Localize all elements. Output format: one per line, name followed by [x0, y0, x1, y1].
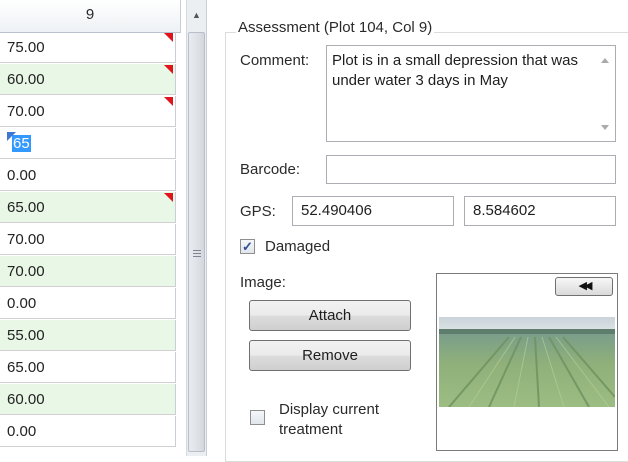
- red-flag-icon: [164, 193, 173, 202]
- grid-cell-value: 55.00: [7, 327, 45, 344]
- grid-cell-value: 0.00: [7, 295, 37, 312]
- grid-cell[interactable]: 55.00: [0, 320, 176, 351]
- display-treatment-checkbox[interactable]: [250, 410, 265, 425]
- damaged-label[interactable]: Damaged: [265, 238, 330, 255]
- barcode-input[interactable]: [326, 155, 616, 184]
- display-treatment-line-1: Display current: [279, 401, 380, 418]
- assessment-title: Assessment (Plot 104, Col 9): [236, 19, 435, 36]
- attach-button[interactable]: Attach: [249, 300, 411, 331]
- grid-cell[interactable]: 65.00: [0, 192, 176, 223]
- data-grid: 9 75.00 60.00 70.00 65 0.00 65.00 70.00 70.00 0.…: [0, 0, 186, 456]
- scroll-up-button[interactable]: ▲: [187, 0, 206, 28]
- grid-cell[interactable]: 75.00: [0, 32, 176, 63]
- grid-cell[interactable]: 65.00: [0, 352, 176, 383]
- damaged-checkbox[interactable]: ✓: [240, 239, 255, 254]
- grid-cell-value: 65.00: [7, 359, 45, 376]
- grid-scrollbar[interactable]: ▲: [186, 0, 207, 456]
- red-flag-icon: [164, 65, 173, 74]
- grid-cell[interactable]: 0.00: [0, 416, 176, 447]
- grid-cell-value: 70.00: [7, 263, 45, 280]
- gps-label: GPS:: [240, 203, 276, 220]
- grid-cell-value: 60.00: [7, 71, 45, 88]
- grid-cell[interactable]: 0.00: [0, 160, 176, 191]
- remove-button[interactable]: Remove: [249, 340, 411, 371]
- grid-cell-value: 60.00: [7, 391, 45, 408]
- scroll-thumb[interactable]: [188, 32, 205, 452]
- grid-cell-value: 75.00: [7, 39, 45, 56]
- scroll-grip-icon: [193, 250, 201, 257]
- grid-cell[interactable]: 0.00: [0, 288, 176, 319]
- image-label: Image:: [240, 274, 286, 291]
- image-previous-button[interactable]: ◀◀: [555, 277, 613, 296]
- grid-cell-editing[interactable]: 65: [0, 128, 176, 159]
- comment-textarea[interactable]: Plot is in a small depression that was u…: [326, 45, 616, 142]
- grid-cell-value: 0.00: [7, 423, 37, 440]
- grid-cell-value: 70.00: [7, 103, 45, 120]
- gps-longitude-input[interactable]: 8.584602: [464, 196, 616, 226]
- comment-label: Comment:: [240, 52, 310, 69]
- grid-cell[interactable]: 70.00: [0, 256, 176, 287]
- barcode-label: Barcode:: [240, 161, 301, 178]
- scroll-down-arrow-icon[interactable]: [601, 125, 609, 130]
- image-preview: ◀◀: [436, 273, 618, 451]
- edit-marker-icon: [7, 132, 16, 141]
- grid-cell[interactable]: 70.00: [0, 224, 176, 255]
- display-treatment-label[interactable]: Display current treatment: [279, 400, 379, 440]
- comment-scrollbar[interactable]: [597, 48, 613, 139]
- gps-latitude-input[interactable]: 52.490406: [292, 196, 454, 226]
- comment-text: Plot is in a small depression that was u…: [332, 52, 578, 89]
- grid-cell[interactable]: 60.00: [0, 64, 176, 95]
- display-treatment-line-2: treatment: [279, 421, 343, 438]
- red-flag-icon: [164, 33, 173, 42]
- grid-cell[interactable]: 70.00: [0, 96, 176, 127]
- scroll-up-arrow-icon[interactable]: [601, 58, 609, 63]
- grid-cell-value: 0.00: [7, 167, 37, 184]
- assessment-panel: Assessment (Plot 104, Col 9) Comment: Pl…: [207, 0, 628, 462]
- grid-cell-value: 65.00: [7, 199, 45, 216]
- column-header[interactable]: 9: [0, 0, 181, 33]
- grid-cell[interactable]: 60.00: [0, 384, 176, 415]
- red-flag-icon: [164, 97, 173, 106]
- grid-cell-value: 70.00: [7, 231, 45, 248]
- field-photo: [439, 317, 615, 407]
